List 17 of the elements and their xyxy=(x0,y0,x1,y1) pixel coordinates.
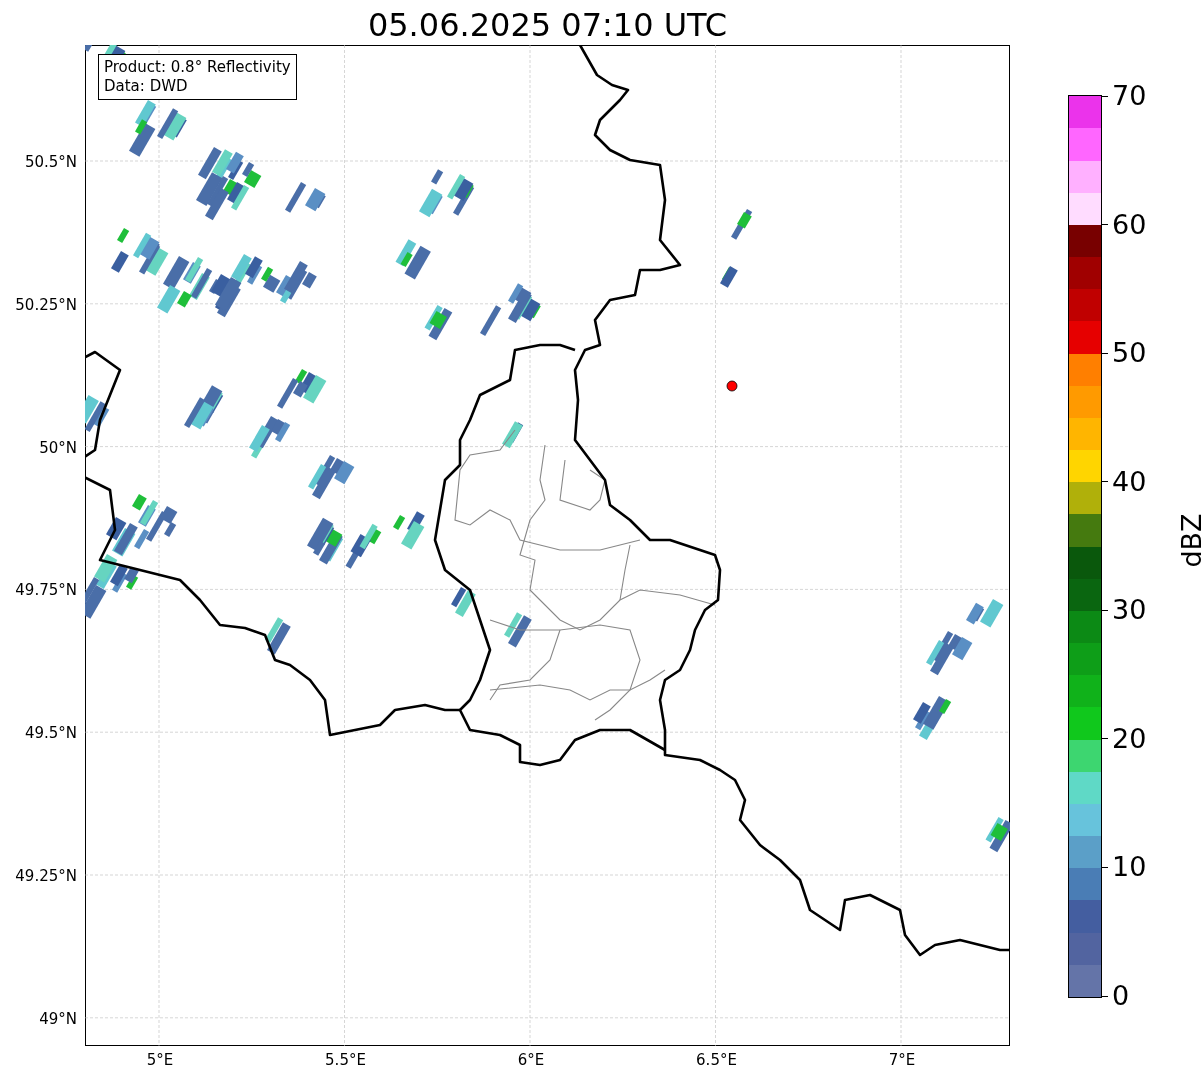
latitude-label: 50.5°N xyxy=(24,153,77,171)
longitude-label: 5°E xyxy=(145,1051,175,1069)
latitude-label: 49.5°N xyxy=(24,724,77,743)
longitude-label: 5.5°E xyxy=(324,1051,367,1069)
longitude-label: 7°E xyxy=(887,1051,917,1069)
location-marker xyxy=(726,380,738,392)
chart-title: 05.06.2025 07:10 UTC xyxy=(366,5,729,45)
latitude-label: 49.25°N xyxy=(15,867,77,885)
colorbar-label: dBZ xyxy=(1175,513,1202,568)
latitude-label: 50.25°N xyxy=(15,295,77,314)
legend-text: Product: 0.8° Reflectivity xyxy=(104,58,291,77)
longitude-label: 6°E xyxy=(516,1051,546,1069)
latitude-label: 50°N xyxy=(39,438,77,457)
latitude-label: 49.75°N xyxy=(15,581,77,600)
latitude-label: 49°N xyxy=(39,1009,77,1028)
longitude-label: 6.5°E xyxy=(695,1051,738,1069)
legend-text: Data: DWD xyxy=(104,77,189,96)
